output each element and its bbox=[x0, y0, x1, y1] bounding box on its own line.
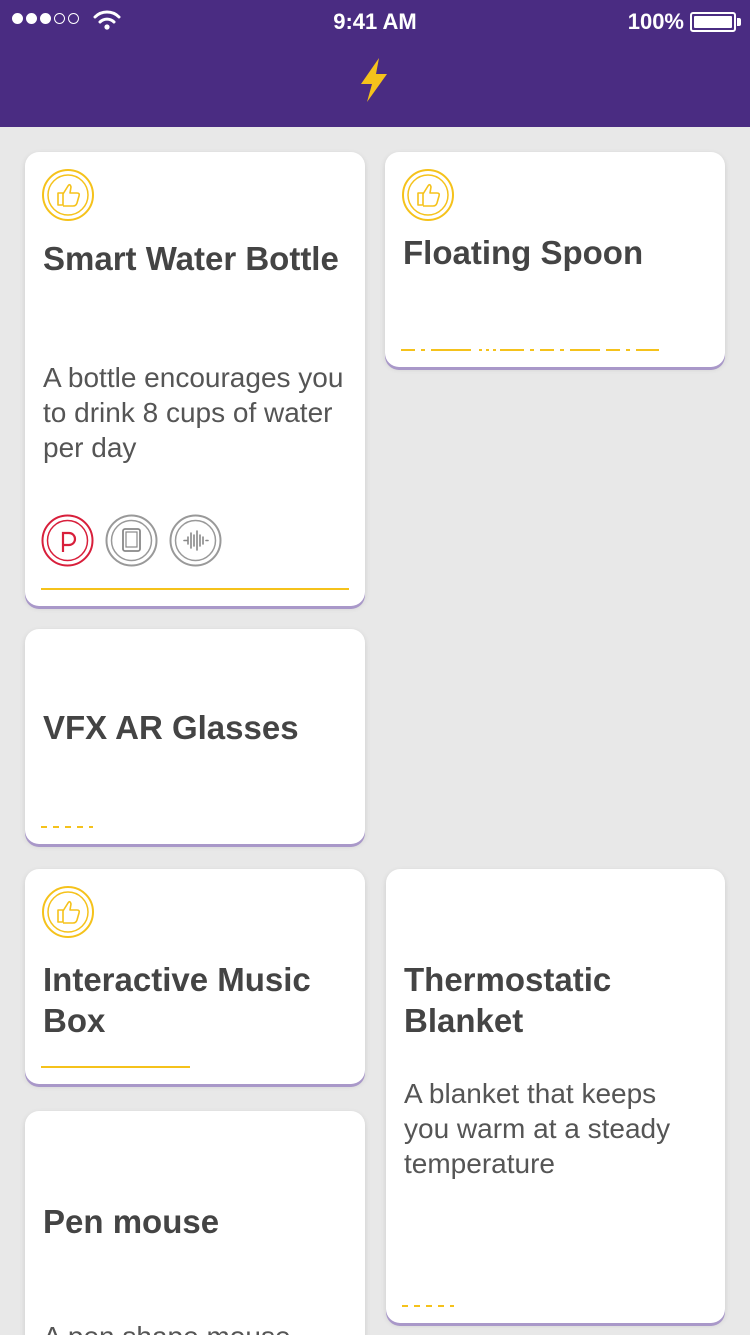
idea-card[interactable]: Thermostatic Blanket A blanket that keep… bbox=[386, 869, 725, 1323]
app-header: 9:41 AM 100% bbox=[0, 0, 750, 127]
soundwave-icon[interactable] bbox=[169, 514, 222, 567]
lightning-bolt-icon[interactable] bbox=[357, 56, 391, 104]
tablet-icon[interactable] bbox=[105, 514, 158, 567]
card-title: Interactive Music Box bbox=[43, 961, 311, 1039]
idea-card[interactable]: VFX AR Glasses bbox=[25, 629, 365, 844]
card-description: A bottle encourages you to drink 8 cups … bbox=[43, 362, 344, 463]
card-title: Smart Water Bottle bbox=[43, 240, 339, 277]
idea-card[interactable]: Interactive Music Box bbox=[25, 869, 365, 1084]
idea-card[interactable]: Pen mouse A pen shape mouse bbox=[25, 1111, 365, 1335]
thumbs-up-icon[interactable] bbox=[401, 168, 455, 222]
card-title: Thermostatic Blanket bbox=[404, 961, 612, 1039]
idea-card[interactable]: Floating Spoon bbox=[385, 152, 725, 367]
card-description: A pen shape mouse bbox=[43, 1319, 349, 1335]
thumbs-up-icon[interactable] bbox=[41, 168, 95, 222]
progress-bar bbox=[41, 1066, 190, 1068]
thumbs-up-icon[interactable] bbox=[41, 885, 95, 939]
card-title: Pen mouse bbox=[43, 1203, 220, 1240]
progress-bar bbox=[401, 349, 659, 351]
status-bar: 9:41 AM 100% bbox=[0, 0, 750, 44]
pinterest-icon[interactable] bbox=[41, 514, 94, 567]
idea-card[interactable]: Smart Water Bottle A bottle encourages y… bbox=[25, 152, 365, 606]
battery-icon bbox=[690, 12, 736, 32]
feature-icons bbox=[41, 514, 222, 567]
progress-bar bbox=[41, 826, 93, 828]
card-title: VFX AR Glasses bbox=[43, 709, 299, 746]
progress-bar bbox=[41, 588, 349, 590]
progress-bar bbox=[402, 1305, 454, 1307]
battery-percent: 100% bbox=[627, 9, 684, 34]
card-title: Floating Spoon bbox=[403, 234, 644, 271]
card-description: A blanket that keeps you warm at a stead… bbox=[404, 1078, 671, 1179]
